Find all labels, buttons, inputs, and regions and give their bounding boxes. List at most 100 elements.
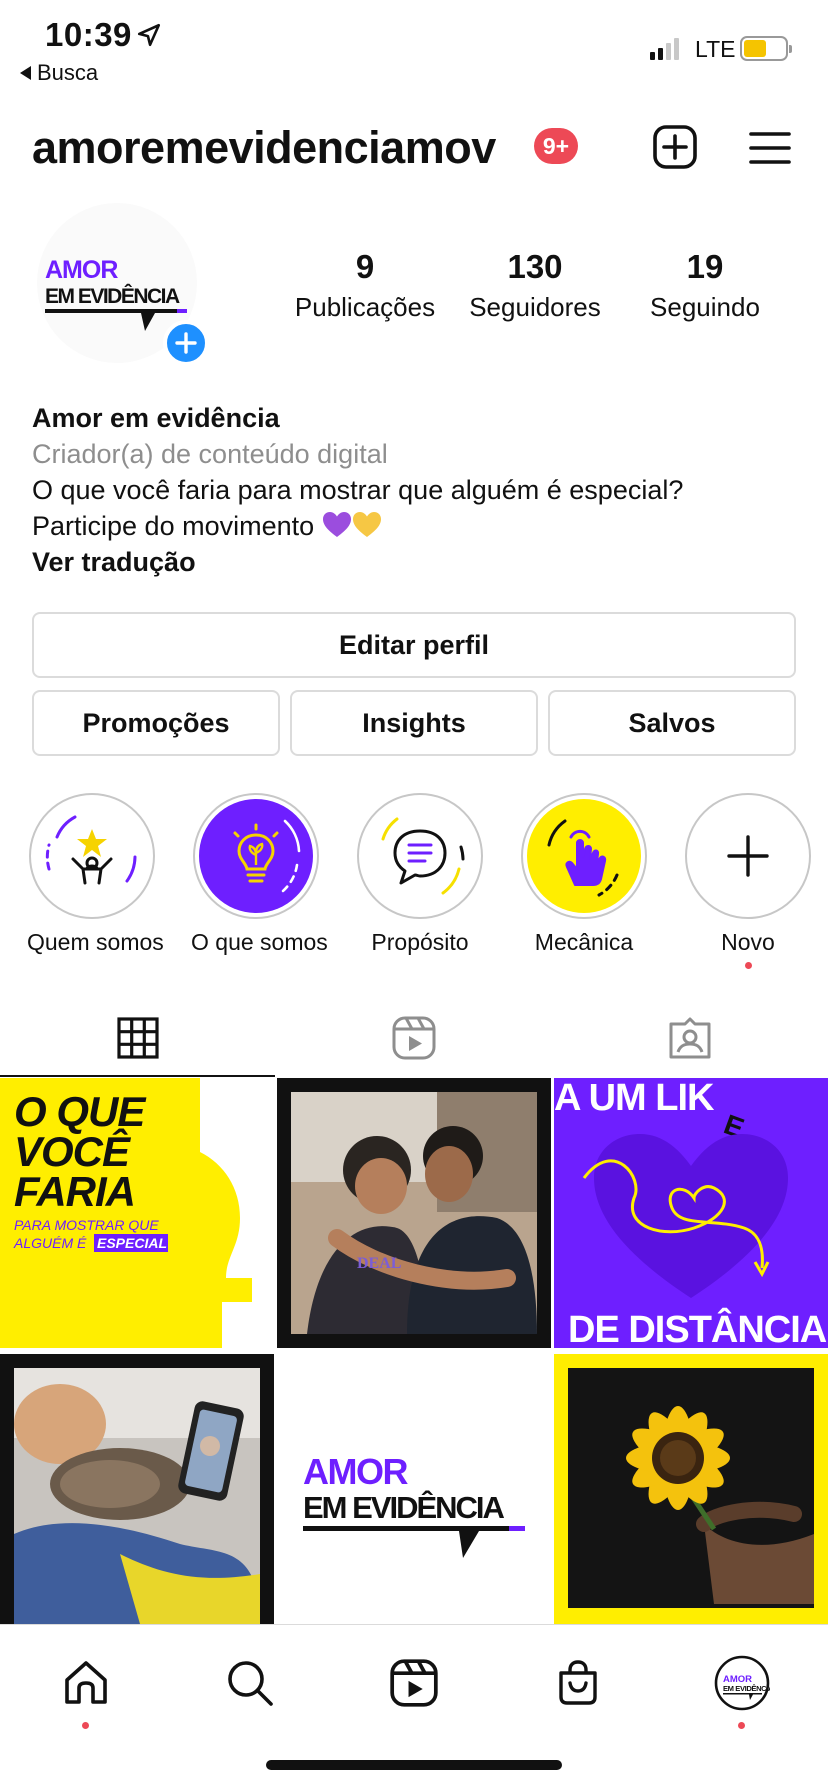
stat-following[interactable]: 19 Seguindo bbox=[620, 248, 790, 323]
post-3-artwork: A UM LIK E DE DISTÂNCIA bbox=[554, 1078, 828, 1348]
promotions-button[interactable]: Promoções bbox=[32, 690, 280, 756]
post-1-small-1: PARA MOSTRAR QUE bbox=[14, 1217, 159, 1233]
yellow-heart-icon bbox=[352, 512, 381, 537]
post-tile[interactable]: AMOR EM EVIDÊNCIA bbox=[277, 1354, 551, 1624]
nav-home-dot bbox=[82, 1722, 89, 1729]
reels-icon bbox=[392, 1016, 436, 1060]
nav-profile-logo-2: EM EVIDÊNCIA bbox=[723, 1684, 770, 1693]
grid-icon bbox=[117, 1017, 159, 1059]
search-icon bbox=[228, 1661, 273, 1706]
reels-icon bbox=[390, 1659, 438, 1707]
profile-bio: Amor em evidência Criador(a) de conteúdo… bbox=[32, 400, 802, 580]
post-1-line-3: FARIA bbox=[14, 1168, 135, 1215]
lightbulb-icon bbox=[233, 819, 301, 893]
nav-shop[interactable] bbox=[548, 1653, 608, 1713]
see-translation-link[interactable]: Ver tradução bbox=[32, 544, 802, 580]
post-5-line-1: AMOR bbox=[303, 1451, 408, 1492]
profile-stats: 9 Publicações 130 Seguidores 19 Seguindo bbox=[280, 248, 790, 323]
shop-icon bbox=[559, 1660, 597, 1705]
insights-button[interactable]: Insights bbox=[290, 690, 538, 756]
bio-line-1: O que você faria para mostrar que alguém… bbox=[32, 475, 684, 505]
bio-line-2-row: Participe do movimento bbox=[32, 508, 802, 544]
post-4-photo bbox=[14, 1368, 260, 1624]
new-indicator-dot bbox=[744, 962, 752, 969]
tab-reels[interactable] bbox=[276, 998, 552, 1078]
highlight-novo[interactable]: Novo bbox=[683, 793, 813, 969]
highlight-label: Quem somos bbox=[27, 929, 164, 955]
battery-level bbox=[744, 40, 766, 57]
post-1-small-2: ALGUÉM É bbox=[13, 1235, 87, 1251]
post-tile[interactable]: A UM LIK E DE DISTÂNCIA bbox=[554, 1078, 828, 1348]
highlight-label: O que somos bbox=[191, 929, 328, 955]
profile-name: Amor em evidência bbox=[32, 403, 280, 433]
home-indicator bbox=[266, 1760, 562, 1770]
post-tile[interactable]: O QUE VOCÊ FARIA PARA MOSTRAR QUE ALGUÉM… bbox=[0, 1078, 274, 1348]
notification-badge[interactable]: 9+ bbox=[534, 128, 578, 164]
edit-profile-button[interactable]: Editar perfil bbox=[32, 612, 796, 678]
highlight-quem-somos[interactable]: Quem somos bbox=[27, 793, 164, 956]
tagged-icon bbox=[669, 1017, 711, 1059]
post-tile[interactable]: DEAL bbox=[277, 1078, 551, 1348]
network-label: LTE bbox=[695, 36, 736, 62]
posts-grid: O QUE VOCÊ FARIA PARA MOSTRAR QUE ALGUÉM… bbox=[0, 1078, 828, 1624]
nav-profile[interactable]: AMOR EM EVIDÊNCIA bbox=[712, 1653, 772, 1729]
menu-icon[interactable] bbox=[748, 128, 792, 168]
stat-label: Seguidores bbox=[469, 292, 601, 322]
signal-icon bbox=[650, 38, 679, 60]
post-3-bottom: DE DISTÂNCIA bbox=[568, 1307, 827, 1348]
battery-icon bbox=[740, 36, 792, 61]
highlight-o-que-somos[interactable]: O que somos bbox=[191, 793, 328, 956]
stat-label: Publicações bbox=[294, 292, 436, 322]
post-1-artwork: O QUE VOCÊ FARIA PARA MOSTRAR QUE ALGUÉM… bbox=[13, 1078, 274, 1348]
status-time: 10:39 bbox=[45, 16, 132, 53]
highlight-label: Propósito bbox=[371, 929, 469, 955]
post-2-photo: DEAL bbox=[291, 1092, 537, 1334]
avatar-logo-line1: AMOR bbox=[45, 256, 118, 284]
location-arrow-icon bbox=[137, 23, 161, 47]
post-5-line-2: EM EVIDÊNCIA bbox=[303, 1489, 505, 1525]
profile-category: Criador(a) de conteúdo digital bbox=[32, 439, 388, 469]
stat-posts[interactable]: 9 Publicações bbox=[280, 248, 450, 323]
bottom-navigation: AMOR EM EVIDÊNCIA bbox=[0, 1624, 828, 1744]
person-star-icon bbox=[45, 815, 137, 885]
saved-button[interactable]: Salvos bbox=[548, 690, 796, 756]
highlight-mecanica[interactable]: Mecânica bbox=[519, 793, 649, 956]
profile-header: amoremevidenciamov 9+ bbox=[0, 110, 828, 190]
nav-reels[interactable] bbox=[384, 1653, 444, 1713]
home-icon bbox=[65, 1661, 107, 1704]
back-arrow-icon bbox=[20, 66, 31, 80]
back-to-search[interactable]: Busca bbox=[20, 60, 98, 86]
active-tab-indicator bbox=[0, 1075, 275, 1077]
post-2-shirt-text: DEAL bbox=[357, 1255, 401, 1272]
stat-value: 19 bbox=[686, 248, 724, 285]
stat-followers[interactable]: 130 Seguidores bbox=[450, 248, 620, 323]
nav-profile-dot bbox=[738, 1722, 745, 1729]
avatar-logo-line2: EM EVIDÊNCIA bbox=[45, 284, 180, 308]
highlight-proposito[interactable]: Propósito bbox=[355, 793, 485, 956]
highlight-label: Mecânica bbox=[534, 929, 634, 955]
profile-tabs bbox=[0, 998, 828, 1078]
tab-tagged[interactable] bbox=[552, 998, 828, 1078]
plus-icon bbox=[175, 332, 197, 354]
stat-value: 9 bbox=[355, 248, 375, 285]
create-post-icon[interactable] bbox=[652, 124, 698, 170]
status-bar: 10:39 Busca LTE bbox=[0, 0, 828, 100]
chat-bubble-icon bbox=[381, 817, 465, 895]
purple-heart-icon bbox=[322, 512, 351, 537]
add-story-button[interactable] bbox=[163, 320, 209, 366]
bio-line-2: Participe do movimento bbox=[32, 511, 315, 541]
tab-grid[interactable] bbox=[0, 998, 276, 1078]
highlight-label: Novo bbox=[721, 929, 775, 955]
plus-icon bbox=[727, 835, 769, 877]
stat-label: Seguindo bbox=[650, 292, 760, 322]
post-6-photo bbox=[568, 1368, 814, 1608]
nav-home[interactable] bbox=[56, 1653, 116, 1729]
post-tile[interactable] bbox=[554, 1354, 828, 1624]
back-label: Busca bbox=[37, 60, 99, 85]
username[interactable]: amoremevidenciamov bbox=[32, 122, 496, 174]
post-3-top: A UM LIK bbox=[554, 1078, 715, 1119]
tap-hand-icon bbox=[547, 819, 619, 897]
post-tile[interactable] bbox=[0, 1354, 274, 1624]
post-1-highlight: ESPECIAL bbox=[97, 1235, 167, 1251]
nav-search[interactable] bbox=[220, 1653, 280, 1713]
